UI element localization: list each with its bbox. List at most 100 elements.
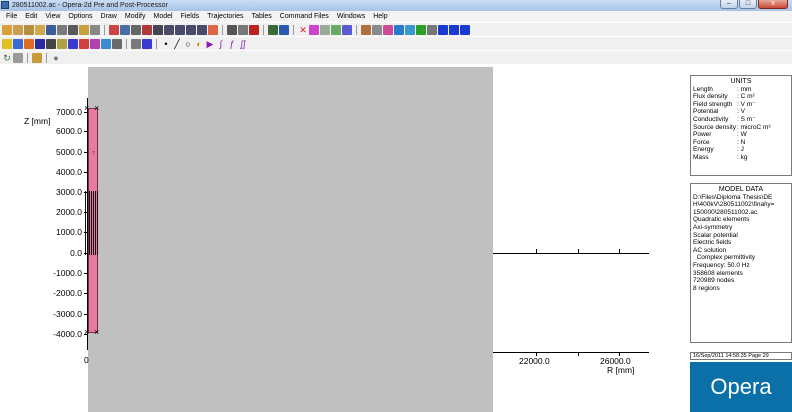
dots-icon[interactable] [416,24,426,35]
open-file-icon[interactable] [2,24,12,35]
tools-icon[interactable] [361,24,371,35]
open-recent-icon[interactable] [24,24,34,35]
facet-icon[interactable] [24,38,34,49]
node-icon[interactable] [309,24,319,35]
close-button[interactable]: x [758,0,788,9]
eraser-icon[interactable] [90,38,100,49]
y-tick-label: -2000.0 [53,288,82,298]
export-icon[interactable] [79,24,89,35]
folder-play-icon[interactable] [32,52,42,63]
split-icon[interactable] [142,38,152,49]
print-icon[interactable] [68,24,78,35]
zoom-previous-icon[interactable] [186,24,196,35]
point-icon[interactable]: • [161,39,171,49]
unit-name: Length [693,85,713,93]
chart-icon[interactable] [101,38,111,49]
diagonal-icon[interactable] [383,24,393,35]
stack-icon[interactable] [13,52,23,63]
model-data-line: AC solution [693,246,727,254]
menu-help[interactable]: Help [369,11,391,22]
model-data-line: 150000\280511002.ac [693,208,758,216]
unit-value: : S m⁻ [737,115,756,123]
region-icon[interactable] [13,38,23,49]
grid-icon[interactable] [331,24,341,35]
extend-icon[interactable] [342,24,352,35]
line-tool-icon[interactable] [268,24,278,35]
menu-fields[interactable]: Fields [177,11,204,22]
menu-draw[interactable]: Draw [97,11,121,22]
table-icon[interactable] [227,24,237,35]
boundary-icon[interactable] [68,38,78,49]
menu-command-files[interactable]: Command Files [276,11,333,22]
model-data-line: 358608 elements [693,269,743,277]
list-icon[interactable] [238,24,248,35]
zoom-next-icon[interactable] [197,24,207,35]
shape-blue-icon[interactable] [449,24,459,35]
colour-scale-icon[interactable] [208,24,218,35]
zoom-box-icon[interactable] [142,24,152,35]
menu-tables[interactable]: Tables [248,11,276,22]
record-icon[interactable]: ● [51,53,61,63]
y-tick [84,212,88,213]
menu-options[interactable]: Options [64,11,96,22]
toolbar-separator [263,24,264,35]
copy-icon[interactable] [57,24,67,35]
area-tool-icon[interactable] [279,24,289,35]
window-icon[interactable] [112,38,122,49]
zoom-out-icon[interactable] [175,24,185,35]
zoom-in-icon[interactable] [164,24,174,35]
shade-icon[interactable]: ◐ [194,39,204,49]
zoom-window-icon[interactable] [153,24,163,35]
polygon-icon[interactable] [35,38,45,49]
toolbar-separator [126,38,127,49]
menu-windows[interactable]: Windows [333,11,369,22]
menu-file[interactable]: File [2,11,21,22]
bar-blue-icon[interactable] [438,24,448,35]
toolbar-separator [356,24,357,35]
contour-icon[interactable] [427,24,437,35]
plot-area[interactable]: 7 × × × × Z [mm] 7000.0 6000.0 5000.0 40… [0,65,688,412]
line-icon[interactable]: ╱ [172,39,182,49]
x-axis-lower [493,352,649,353]
open-folder-icon[interactable] [13,24,23,35]
air-region [88,67,493,412]
sweep-icon[interactable] [405,24,415,35]
pointer-icon[interactable] [394,24,404,35]
play-icon[interactable]: ▶ [205,39,215,49]
layout-icon[interactable] [131,38,141,49]
menu-edit[interactable]: Edit [21,11,41,22]
timestamp-label: 16/Sep/2011 14:58:35 Page 29 [690,352,792,360]
picture-icon[interactable] [90,24,100,35]
y-tick [84,131,88,132]
graph-icon[interactable] [249,24,259,35]
frame-icon[interactable] [131,24,141,35]
select-icon[interactable] [2,38,12,49]
app-icon [1,1,9,9]
circle-icon[interactable]: ○ [183,39,193,49]
arrow-right-icon[interactable] [79,38,89,49]
menu-modify[interactable]: Modify [121,11,150,22]
curve-blue-icon[interactable] [460,24,470,35]
minimize-button[interactable]: – [720,0,738,9]
unit-row: Field strength: V m⁻ [693,101,789,109]
matrix-icon[interactable] [46,38,56,49]
display-icon[interactable] [120,24,130,35]
open-model-icon[interactable] [35,24,45,35]
redraw-icon[interactable] [109,24,119,35]
unit-row: Potential: V [693,108,789,116]
menu-model[interactable]: Model [149,11,176,22]
bucket-icon[interactable] [372,24,382,35]
model-data-line: 8 regions [693,284,720,292]
integral-icon[interactable]: ∫ [216,39,226,49]
mesh-icon[interactable] [320,24,330,35]
delete-cross-icon[interactable]: ✕ [298,25,308,35]
double-integral-icon[interactable]: ∬ [238,39,248,49]
node-marker: × [94,327,100,337]
maximize-button[interactable]: □ [739,0,757,9]
save-icon[interactable] [46,24,56,35]
function-icon[interactable]: ƒ [227,39,237,49]
menu-view[interactable]: View [41,11,64,22]
material-icon[interactable] [57,38,67,49]
refresh-icon[interactable]: ↻ [2,53,12,63]
menu-trajectories[interactable]: Trajectories [203,11,247,22]
